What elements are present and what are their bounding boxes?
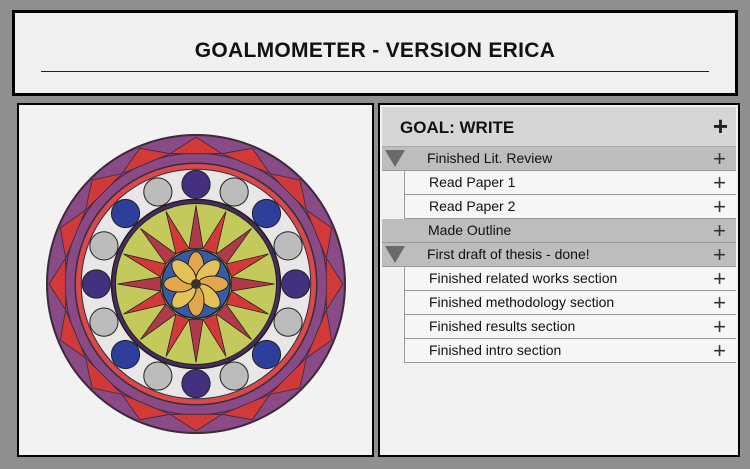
app-header: GOALMOMETER - VERSION ERICA <box>12 10 738 96</box>
goal-item-label: Finished results section <box>429 318 576 334</box>
goal-item-label: Read Paper 2 <box>429 198 516 214</box>
add-item-button[interactable]: + <box>713 196 726 218</box>
goal-item-label: First draft of thesis - done! <box>427 246 590 262</box>
add-item-button[interactable]: + <box>713 172 726 194</box>
goal-item-child[interactable]: Finished methodology section + <box>404 291 736 315</box>
add-item-button[interactable]: + <box>713 268 726 290</box>
goal-item-label: Read Paper 1 <box>429 174 516 190</box>
collapse-triangle-icon[interactable] <box>385 246 405 263</box>
goal-item-label: Finished methodology section <box>429 294 615 310</box>
goal-item-child[interactable]: Read Paper 1 + <box>404 171 736 195</box>
goal-list: Finished Lit. Review + Read Paper 1 + Read P… <box>382 147 736 363</box>
goal-item-child[interactable]: Read Paper 2 + <box>404 195 736 219</box>
add-item-button[interactable]: + <box>713 148 726 170</box>
mandala-drawing-image <box>46 134 346 434</box>
add-subgoal-button[interactable]: + <box>713 113 728 139</box>
goal-item-label: Made Outline <box>428 222 512 238</box>
add-item-button[interactable]: + <box>713 340 726 362</box>
page-title: GOALMOMETER - VERSION ERICA <box>194 39 556 62</box>
goal-item-parent[interactable]: Finished Lit. Review + <box>382 147 736 171</box>
add-item-button[interactable]: + <box>713 316 726 338</box>
reward-image-panel <box>17 103 374 457</box>
goal-item-child[interactable]: Finished intro section + <box>404 339 736 363</box>
add-item-button[interactable]: + <box>713 220 726 242</box>
goal-item-label: Finished intro section <box>429 342 562 358</box>
goal-item-child[interactable]: Finished related works section + <box>404 267 736 291</box>
goal-item-child[interactable]: Finished results section + <box>404 315 736 339</box>
add-item-button[interactable]: + <box>713 292 726 314</box>
collapse-triangle-icon[interactable] <box>385 150 405 167</box>
goal-item-parent[interactable]: Made Outline + <box>382 219 736 243</box>
goal-panel: GOAL: WRITE + Finished Lit. Review + Read … <box>378 103 740 457</box>
header-divider <box>41 71 709 72</box>
goal-item-label: Finished related works section <box>429 270 618 286</box>
goal-title: GOAL: WRITE <box>400 118 515 137</box>
goal-header: GOAL: WRITE + <box>382 107 736 147</box>
add-item-button[interactable]: + <box>713 244 726 266</box>
goal-item-parent[interactable]: First draft of thesis - done! + <box>382 243 736 267</box>
goal-item-label: Finished Lit. Review <box>427 150 553 166</box>
